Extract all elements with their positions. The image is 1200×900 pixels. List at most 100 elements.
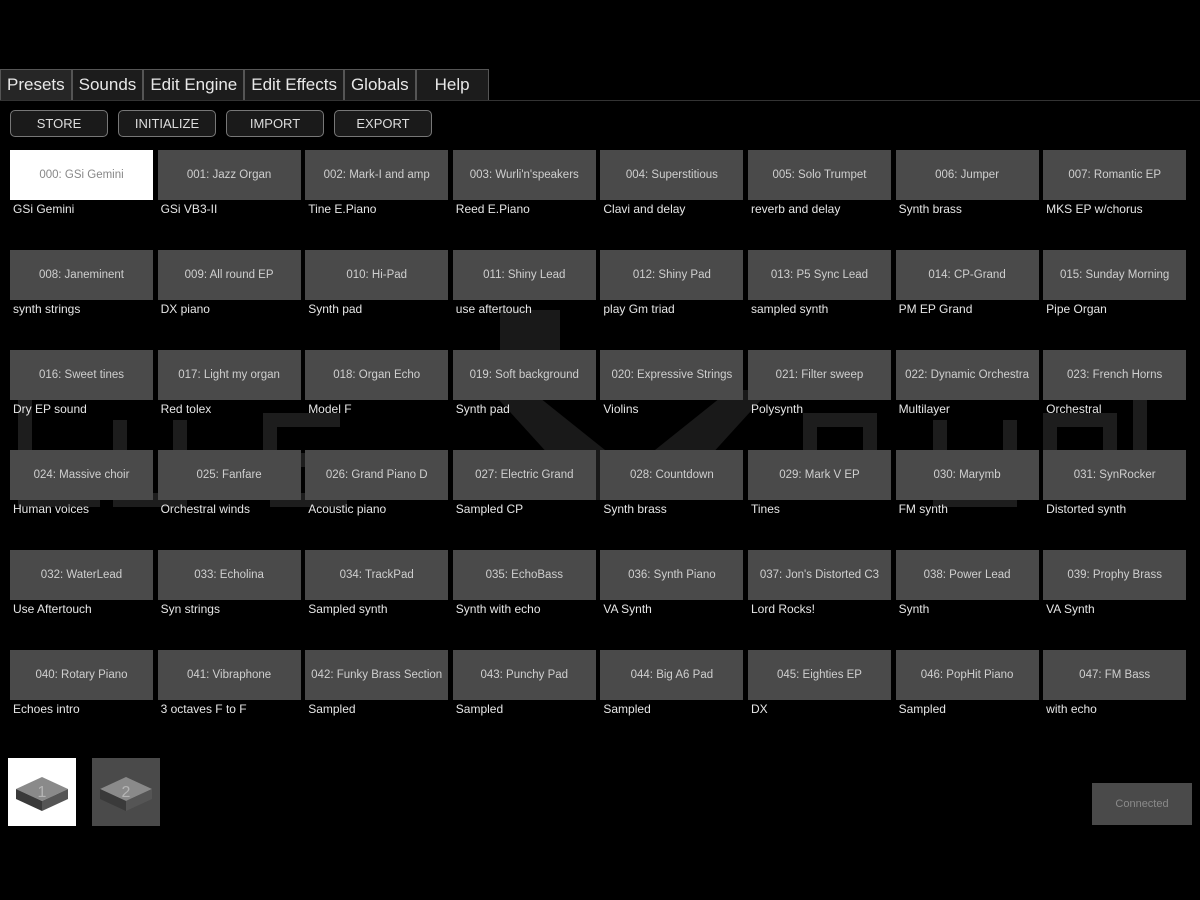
tab-bar: Presets Sounds Edit Engine Edit Effects …: [0, 68, 489, 100]
preset-button[interactable]: 028: Countdown: [600, 450, 744, 500]
preset-button[interactable]: 014: CP-Grand: [895, 250, 1039, 300]
preset-description: Use Aftertouch: [13, 602, 92, 616]
preset-button[interactable]: 044: Big A6 Pad: [600, 650, 744, 700]
preset-cell: 045: Eighties EP DX: [747, 650, 891, 750]
preset-button[interactable]: 001: Jazz Organ: [157, 150, 301, 200]
preset-button[interactable]: 002: Mark-I and amp: [305, 150, 449, 200]
preset-button[interactable]: 005: Solo Trumpet: [747, 150, 891, 200]
preset-button[interactable]: 017: Light my organ: [157, 350, 301, 400]
preset-button[interactable]: 033: Echolina: [157, 550, 301, 600]
bank-1-icon: 1: [16, 777, 68, 811]
preset-button[interactable]: 004: Superstitious: [600, 150, 744, 200]
preset-cell: 014: CP-Grand PM EP Grand: [895, 250, 1039, 350]
preset-cell: 010: Hi-Pad Synth pad: [305, 250, 449, 350]
preset-description: Red tolex: [160, 402, 212, 416]
preset-button[interactable]: 020: Expressive Strings: [600, 350, 744, 400]
preset-description: use aftertouch: [455, 302, 532, 316]
preset-description: GSi Gemini: [13, 202, 75, 216]
preset-button[interactable]: 009: All round EP: [157, 250, 301, 300]
preset-button[interactable]: 029: Mark V EP: [747, 450, 891, 500]
export-button[interactable]: EXPORT: [334, 110, 432, 137]
preset-description: Sampled synth: [308, 602, 388, 616]
preset-cell: 035: EchoBass Synth with echo: [452, 550, 596, 650]
preset-description: Lord Rocks!: [750, 602, 815, 616]
preset-button[interactable]: 043: Punchy Pad: [452, 650, 596, 700]
preset-button[interactable]: 032: WaterLead: [10, 550, 153, 600]
preset-cell: 044: Big A6 Pad Sampled: [600, 650, 744, 750]
preset-cell: 006: Jumper Synth brass: [895, 150, 1039, 250]
preset-cell: 008: Janeminent synth strings: [10, 250, 153, 350]
initialize-button[interactable]: INITIALIZE: [118, 110, 216, 137]
preset-button[interactable]: 012: Shiny Pad: [600, 250, 744, 300]
preset-button[interactable]: 039: Prophy Brass: [1043, 550, 1187, 600]
preset-cell: 017: Light my organ Red tolex: [157, 350, 301, 450]
bank-1-label: 1: [38, 784, 47, 801]
preset-button[interactable]: 019: Soft background: [452, 350, 596, 400]
tab-sounds[interactable]: Sounds: [71, 69, 144, 100]
preset-description: Human voices: [13, 502, 90, 516]
preset-button[interactable]: 006: Jumper: [895, 150, 1039, 200]
preset-button[interactable]: 022: Dynamic Orchestra: [895, 350, 1039, 400]
preset-button[interactable]: 037: Jon's Distorted C3: [747, 550, 891, 600]
preset-button[interactable]: 008: Janeminent: [10, 250, 153, 300]
preset-button[interactable]: 011: Shiny Lead: [452, 250, 596, 300]
preset-button[interactable]: 030: Marymb: [895, 450, 1039, 500]
import-button[interactable]: IMPORT: [226, 110, 324, 137]
preset-description: Reed E.Piano: [455, 202, 530, 216]
preset-cell: 009: All round EP DX piano: [157, 250, 301, 350]
preset-cell: 041: Vibraphone 3 octaves F to F: [157, 650, 301, 750]
preset-cell: 029: Mark V EP Tines: [747, 450, 891, 550]
preset-cell: 026: Grand Piano D Acoustic piano: [305, 450, 449, 550]
preset-description: PM EP Grand: [898, 302, 973, 316]
preset-cell: 047: FM Bass with echo: [1043, 650, 1187, 750]
tab-edit-effects[interactable]: Edit Effects: [244, 69, 344, 100]
preset-button[interactable]: 040: Rotary Piano: [10, 650, 153, 700]
preset-button[interactable]: 010: Hi-Pad: [305, 250, 449, 300]
preset-button[interactable]: 041: Vibraphone: [157, 650, 301, 700]
preset-description: Acoustic piano: [308, 502, 387, 516]
preset-button[interactable]: 045: Eighties EP: [747, 650, 891, 700]
preset-description: Echoes intro: [13, 702, 80, 716]
preset-description: 3 octaves F to F: [160, 702, 247, 716]
preset-button[interactable]: 000: GSi Gemini: [10, 150, 153, 200]
preset-cell: 024: Massive choir Human voices: [10, 450, 153, 550]
preset-button[interactable]: 021: Filter sweep: [747, 350, 891, 400]
preset-description: VA Synth: [603, 602, 652, 616]
preset-button[interactable]: 025: Fanfare: [157, 450, 301, 500]
preset-button[interactable]: 042: Funky Brass Section: [305, 650, 449, 700]
preset-button[interactable]: 038: Power Lead: [895, 550, 1039, 600]
preset-cell: 011: Shiny Lead use aftertouch: [452, 250, 596, 350]
preset-cell: 036: Synth Piano VA Synth: [600, 550, 744, 650]
preset-button[interactable]: 035: EchoBass: [452, 550, 596, 600]
preset-button[interactable]: 007: Romantic EP: [1043, 150, 1187, 200]
preset-button[interactable]: 036: Synth Piano: [600, 550, 744, 600]
preset-button[interactable]: 016: Sweet tines: [10, 350, 153, 400]
preset-description: Synth pad: [308, 302, 363, 316]
preset-button[interactable]: 013: P5 Sync Lead: [747, 250, 891, 300]
preset-cell: 033: Echolina Syn strings: [157, 550, 301, 650]
preset-button[interactable]: 026: Grand Piano D: [305, 450, 449, 500]
preset-button[interactable]: 034: TrackPad: [305, 550, 449, 600]
preset-button[interactable]: 027: Electric Grand: [452, 450, 596, 500]
preset-description: Sampled: [898, 702, 946, 716]
store-button[interactable]: STORE: [10, 110, 108, 137]
tab-help[interactable]: Help: [415, 69, 489, 100]
bank-1-button[interactable]: 1: [8, 758, 76, 826]
preset-button[interactable]: 031: SynRocker: [1043, 450, 1187, 500]
preset-button[interactable]: 018: Organ Echo: [305, 350, 449, 400]
preset-button[interactable]: 015: Sunday Morning: [1043, 250, 1187, 300]
preset-button[interactable]: 024: Massive choir: [10, 450, 153, 500]
preset-button[interactable]: 023: French Horns: [1043, 350, 1187, 400]
preset-description: Violins: [603, 402, 639, 416]
bank-2-button[interactable]: 2: [92, 758, 160, 826]
preset-button[interactable]: 046: PopHit Piano: [895, 650, 1039, 700]
preset-cell: 042: Funky Brass Section Sampled: [305, 650, 449, 750]
preset-cell: 003: Wurli'n'speakers Reed E.Piano: [452, 150, 596, 250]
preset-description: Sampled: [455, 702, 504, 716]
tab-presets[interactable]: Presets: [0, 69, 72, 100]
preset-button[interactable]: 003: Wurli'n'speakers: [452, 150, 596, 200]
tab-edit-engine[interactable]: Edit Engine: [143, 69, 245, 100]
preset-cell: 032: WaterLead Use Aftertouch: [10, 550, 153, 650]
tab-globals[interactable]: Globals: [343, 69, 416, 100]
preset-button[interactable]: 047: FM Bass: [1043, 650, 1187, 700]
